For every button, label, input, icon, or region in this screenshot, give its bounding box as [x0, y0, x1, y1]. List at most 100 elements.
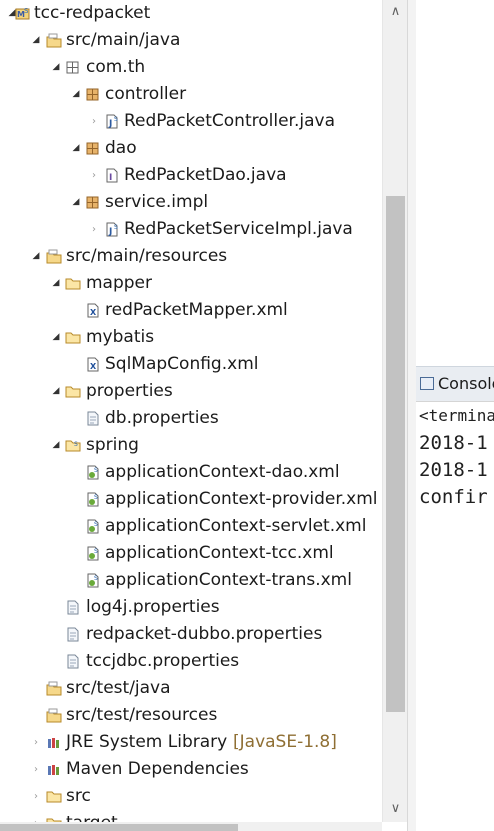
tree-item[interactable]: ◢ src/main/java — [0, 27, 382, 54]
source-folder-icon — [46, 708, 62, 723]
expanded-twisty-icon[interactable]: ◢ — [70, 198, 82, 207]
tree-item-label: src/main/java — [66, 30, 181, 50]
svg-text:S: S — [94, 548, 98, 555]
package-icon — [85, 87, 101, 102]
collapsed-twisty-icon[interactable]: › — [30, 765, 42, 775]
tree-item-label: dao — [105, 138, 137, 158]
tree-item[interactable]: SapplicationContext-trans.xml — [0, 567, 382, 594]
tree-item[interactable]: ◢ service.impl — [0, 189, 382, 216]
source-folder-icon — [46, 33, 62, 48]
tree-item-label: src — [66, 786, 91, 806]
svg-text:S: S — [24, 7, 29, 15]
tree-item[interactable]: SapplicationContext-servlet.xml — [0, 513, 382, 540]
tree-item-label: applicationContext-dao.xml — [105, 462, 340, 482]
expanded-twisty-icon[interactable]: ◢ — [50, 333, 62, 342]
tree-item[interactable]: ◢ M Stcc-redpacket — [0, 0, 382, 27]
folder-icon — [65, 330, 81, 345]
scroll-down-arrow[interactable]: ∨ — [383, 797, 408, 821]
console-line: confir — [419, 486, 488, 508]
horizontal-scrollbar[interactable] — [0, 822, 382, 831]
expanded-twisty-icon[interactable]: ◢ — [30, 252, 42, 261]
tree-item-label: RedPacketDao.java — [124, 165, 287, 185]
package-explorer-tree: ◢ M Stcc-redpacket ◢ src/main/java ◢ com.th ◢ co… — [0, 0, 382, 822]
console-icon — [420, 377, 434, 390]
spring-config-icon: S — [85, 519, 101, 534]
collapsed-twisty-icon[interactable]: › — [30, 792, 42, 802]
collapsed-twisty-icon[interactable]: › — [88, 225, 100, 235]
tree-item[interactable]: X SqlMapConfig.xml — [0, 351, 382, 378]
tree-item[interactable]: ◢ mybatis — [0, 324, 382, 351]
tree-item-label: applicationContext-tcc.xml — [105, 543, 334, 563]
tree-item-label: mybatis — [86, 327, 155, 347]
source-folder-icon — [46, 249, 62, 264]
tree-item[interactable]: › JRE System Library [JavaSE-1.8] — [0, 729, 382, 756]
console-line: 2018-1 — [419, 432, 488, 454]
expanded-twisty-icon[interactable]: ◢ — [50, 441, 62, 450]
tree-item-label: src/test/java — [66, 678, 171, 698]
tree-item[interactable]: SapplicationContext-provider.xml — [0, 486, 382, 513]
console-line: 2018-1 — [419, 459, 488, 481]
project-icon: MS — [15, 6, 31, 21]
expanded-twisty-icon[interactable]: ◢ — [70, 144, 82, 153]
console-tab[interactable]: Console — [416, 366, 494, 402]
tree-item[interactable]: tccjdbc.properties — [0, 648, 382, 675]
expanded-twisty-icon[interactable]: ◢ — [50, 63, 62, 72]
tree-item[interactable]: › J S RedPacketController.java — [0, 108, 382, 135]
tree-item[interactable]: ›target — [0, 810, 382, 822]
tree-item-label: tccjdbc.properties — [86, 651, 240, 671]
tree-item[interactable]: ◢ controller — [0, 81, 382, 108]
tree-item-label: src/test/resources — [66, 705, 218, 725]
tree-item-label: JRE System Library — [66, 732, 228, 752]
horizontal-scrollbar-thumb[interactable] — [0, 824, 238, 831]
expanded-twisty-icon[interactable]: ◢ — [30, 36, 42, 45]
tree-item[interactable]: SapplicationContext-dao.xml — [0, 459, 382, 486]
java-file-icon: JS — [104, 114, 120, 129]
scroll-up-arrow[interactable]: ∧ — [383, 0, 408, 24]
expanded-twisty-icon[interactable]: ◢ — [50, 279, 62, 288]
properties-file-icon — [65, 627, 81, 642]
expanded-twisty-icon[interactable]: ◢ — [70, 90, 82, 99]
svg-text:S: S — [94, 521, 98, 528]
package-empty-icon — [65, 60, 81, 75]
tree-item-label: RedPacketServiceImpl.java — [124, 219, 353, 239]
library-icon — [46, 735, 62, 750]
tree-item[interactable]: ◢ com.th — [0, 54, 382, 81]
scrollbar-thumb[interactable] — [386, 196, 405, 712]
tree-item-label: service.impl — [105, 192, 209, 212]
tree-item[interactable]: ◢ dao — [0, 135, 382, 162]
tree-item[interactable]: ◢ src/main/resources — [0, 243, 382, 270]
collapsed-twisty-icon[interactable]: › — [88, 171, 100, 181]
tree-item[interactable]: ◢ properties — [0, 378, 382, 405]
tree-item[interactable]: src/test/java — [0, 675, 382, 702]
tree-item[interactable]: ◢ Sspring — [0, 432, 382, 459]
tree-item-label: applicationContext-servlet.xml — [105, 516, 367, 536]
svg-text:S: S — [94, 575, 98, 582]
properties-file-icon — [65, 654, 81, 669]
java-interface-icon: I — [104, 168, 120, 183]
tree-item-label: redpacket-dubbo.properties — [86, 624, 323, 644]
console-tab-title: Console — [438, 374, 494, 393]
tree-item-label: mapper — [86, 273, 153, 293]
tree-item[interactable]: › Maven Dependencies — [0, 756, 382, 783]
tree-item-label: log4j.properties — [86, 597, 220, 617]
source-folder-icon — [46, 681, 62, 696]
vertical-scrollbar[interactable]: ∧ ∨ — [382, 0, 408, 822]
library-icon — [46, 762, 62, 777]
tree-item[interactable]: src/test/resources — [0, 702, 382, 729]
tree-item[interactable]: › J S RedPacketServiceImpl.java — [0, 216, 382, 243]
tree-item[interactable]: XredPacketMapper.xml — [0, 297, 382, 324]
tree-item[interactable]: db.properties — [0, 405, 382, 432]
tree-item[interactable]: redpacket-dubbo.properties — [0, 621, 382, 648]
collapsed-twisty-icon[interactable]: › — [30, 738, 42, 748]
collapsed-twisty-icon[interactable]: › — [88, 117, 100, 127]
tree-item[interactable]: › I RedPacketDao.java — [0, 162, 382, 189]
expanded-twisty-icon[interactable]: ◢ — [50, 387, 62, 396]
tree-item[interactable]: log4j.properties — [0, 594, 382, 621]
tree-item[interactable]: ◢ mapper — [0, 270, 382, 297]
tree-item-label: RedPacketController.java — [124, 111, 335, 131]
svg-text:J: J — [108, 119, 112, 129]
tree-item[interactable]: SapplicationContext-tcc.xml — [0, 540, 382, 567]
tree-item[interactable]: › src — [0, 783, 382, 810]
tree-item-label: properties — [86, 381, 173, 401]
console-view: Console <terminated> 2018-1 2018-1 confi… — [416, 0, 494, 831]
